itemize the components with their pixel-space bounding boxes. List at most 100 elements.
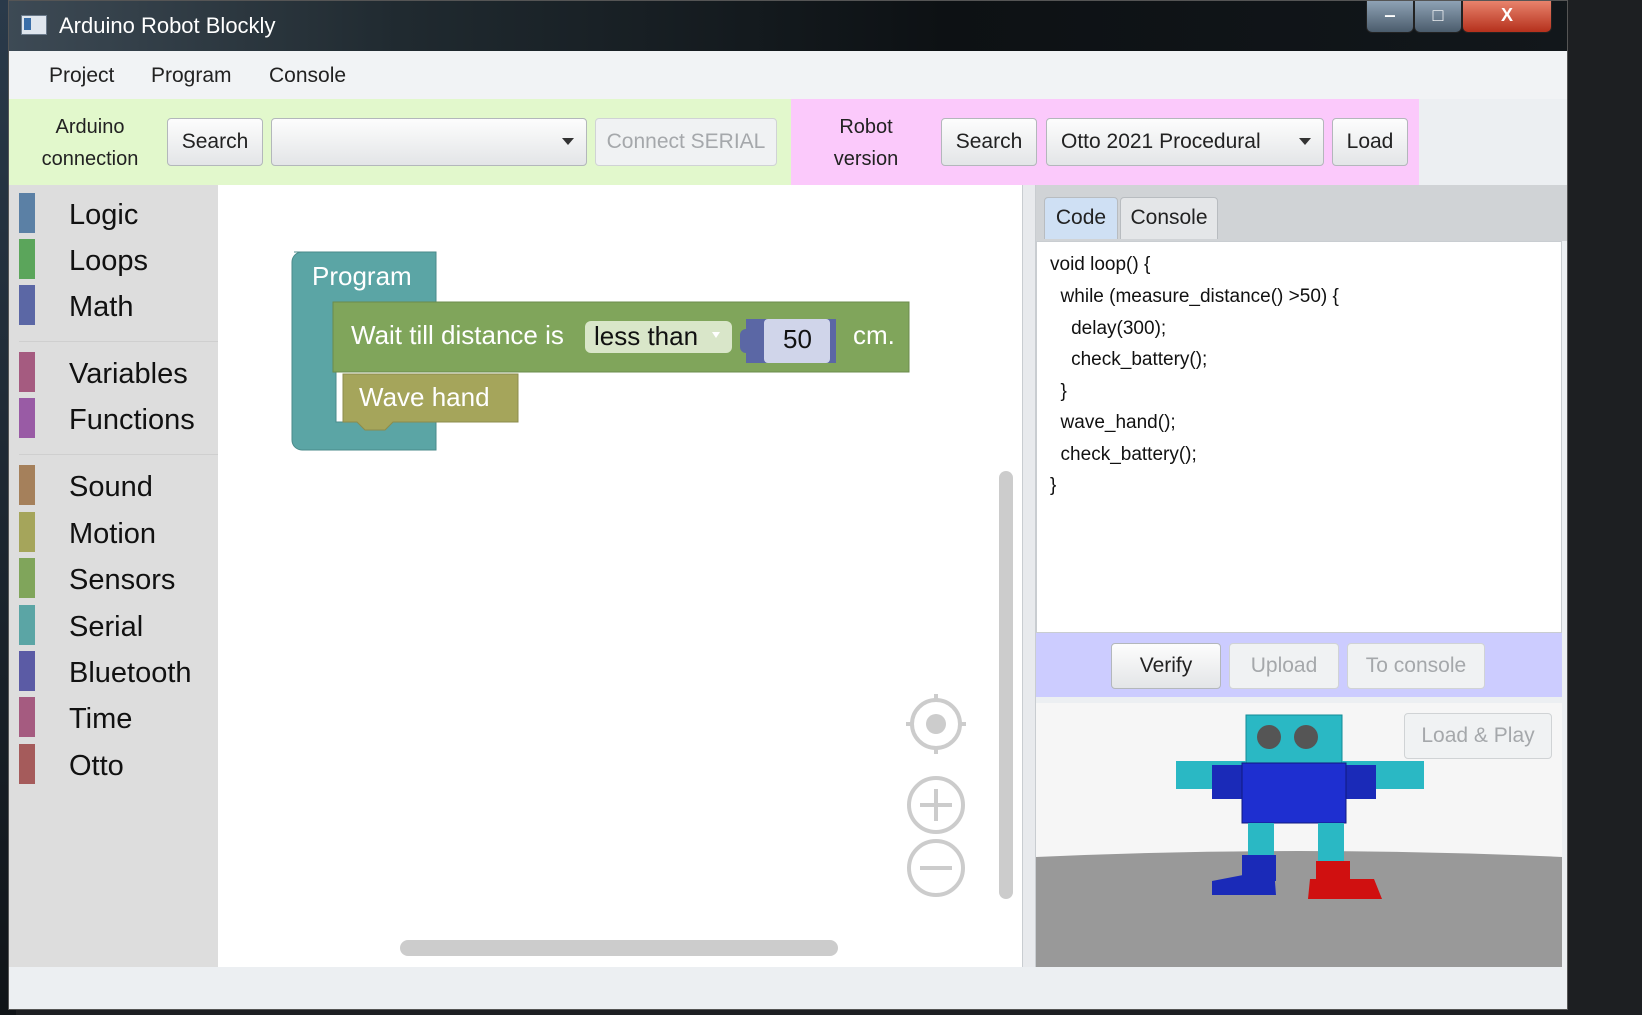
category-label: Bluetooth — [69, 657, 192, 689]
toolbox-category-serial[interactable]: Serial — [9, 605, 218, 651]
close-button[interactable]: X — [1462, 1, 1552, 33]
toolbox-category-sound[interactable]: Sound — [9, 465, 218, 511]
category-color-swatch — [19, 398, 35, 438]
verify-button[interactable]: Verify — [1111, 643, 1221, 689]
category-color-swatch — [19, 465, 35, 505]
arduino-label-line2: connection — [41, 148, 139, 170]
category-color-swatch — [19, 651, 35, 691]
category-label: Variables — [69, 358, 188, 390]
category-color-swatch — [19, 193, 35, 233]
category-color-swatch — [19, 285, 35, 325]
category-label: Logic — [69, 199, 139, 231]
toolbox-separator — [19, 341, 218, 342]
zoom-in-icon[interactable] — [907, 776, 965, 834]
zoom-out-icon[interactable] — [907, 839, 965, 897]
pane-splitter[interactable] — [1022, 185, 1036, 967]
menu-project[interactable]: Project — [49, 64, 114, 88]
menu-program[interactable]: Program — [151, 64, 232, 88]
load-button[interactable]: Load — [1332, 118, 1408, 166]
arduino-connection-bar: Arduino connection Search Connect SERIAL — [9, 99, 791, 185]
serial-port-select[interactable] — [271, 118, 587, 166]
code-line: delay(300); — [1050, 318, 1167, 339]
robot-body — [1241, 762, 1347, 824]
workspace-vertical-scrollbar[interactable] — [999, 471, 1013, 899]
wait-block-suffix: cm. — [853, 320, 895, 350]
category-label: Otto — [69, 750, 124, 782]
code-action-bar: Verify Upload To console — [1036, 633, 1562, 697]
category-label: Loops — [69, 245, 149, 277]
robot-label-line2: version — [833, 148, 899, 170]
maximize-button[interactable]: □ — [1414, 1, 1462, 33]
robot-eye-right — [1294, 725, 1318, 749]
upload-button[interactable]: Upload — [1229, 643, 1339, 689]
tab-code[interactable]: Code — [1044, 197, 1118, 239]
app-window: Arduino Robot Blockly ‒ □ X Project Prog… — [8, 0, 1568, 1010]
toolbar-spacer — [1419, 99, 1567, 185]
category-color-swatch — [19, 744, 35, 784]
category-label: Motion — [69, 518, 157, 550]
code-line: check_battery(); — [1050, 444, 1197, 465]
distance-number-value: 50 — [783, 324, 812, 354]
code-line: wave_hand(); — [1050, 412, 1176, 433]
category-label: Sound — [69, 471, 153, 503]
category-label: Sensors — [69, 564, 176, 596]
toolbox-category-time[interactable]: Time — [9, 697, 218, 743]
load-play-button[interactable]: Load & Play — [1404, 713, 1552, 759]
category-color-swatch — [19, 512, 35, 552]
code-line: } — [1050, 381, 1067, 402]
recenter-icon[interactable] — [906, 694, 966, 754]
program-block-label: Program — [312, 261, 412, 291]
blockly-workspace[interactable]: Program Wait till distance is less than … — [218, 185, 1022, 967]
code-console-tabs: Code Console — [1036, 185, 1567, 241]
arduino-label-line1: Arduino — [55, 116, 125, 138]
robot-version-select[interactable]: Otto 2021 Procedural — [1046, 118, 1324, 166]
app-icon — [21, 15, 47, 35]
code-line: while (measure_distance() >50) { — [1050, 286, 1339, 307]
title-bar: Arduino Robot Blockly ‒ □ X — [9, 1, 1567, 51]
menu-bar: Project Program Console — [9, 51, 1567, 100]
code-line: check_battery(); — [1050, 349, 1208, 370]
menu-console[interactable]: Console — [269, 64, 346, 88]
code-line: void loop() { — [1050, 254, 1151, 275]
workspace-horizontal-scrollbar[interactable] — [400, 940, 838, 956]
toolbox-category-motion[interactable]: Motion — [9, 512, 218, 558]
code-line: } — [1050, 475, 1057, 496]
category-color-swatch — [19, 352, 35, 392]
toolbox-category-logic[interactable]: Logic — [9, 193, 218, 239]
robot-version-label: Robot version — [811, 111, 921, 175]
category-label: Functions — [69, 404, 195, 436]
robot-foot-right — [1308, 879, 1382, 899]
minimize-button[interactable]: ‒ — [1366, 1, 1414, 33]
toolbox-category-sensors[interactable]: Sensors — [9, 558, 218, 604]
category-color-swatch — [19, 697, 35, 737]
wave-hand-block-label: Wave hand — [359, 382, 490, 412]
chevron-down-icon — [1299, 138, 1311, 145]
toolbox-category-math[interactable]: Math — [9, 285, 218, 331]
arduino-search-button[interactable]: Search — [167, 118, 263, 166]
wait-block-prefix: Wait till distance is — [351, 320, 564, 350]
tab-console[interactable]: Console — [1120, 197, 1218, 239]
robot-version-bar: Robot version Search Otto 2021 Procedura… — [791, 99, 1419, 185]
blocks-canvas: Program Wait till distance is less than … — [291, 251, 966, 897]
toolbox-category-otto[interactable]: Otto — [9, 744, 218, 790]
toolbox-category-loops[interactable]: Loops — [9, 239, 218, 285]
category-label: Time — [69, 703, 133, 735]
robot-ankle-right — [1316, 861, 1350, 881]
window-title: Arduino Robot Blockly — [59, 13, 276, 38]
chevron-down-icon — [562, 138, 574, 145]
right-panel: Code Console void loop() { while (measur… — [1036, 185, 1567, 967]
robot-version-value: Otto 2021 Procedural — [1061, 130, 1261, 153]
toolbox-category-bluetooth[interactable]: Bluetooth — [9, 651, 218, 697]
robot-search-button[interactable]: Search — [941, 118, 1037, 166]
category-color-swatch — [19, 558, 35, 598]
code-view[interactable]: void loop() { while (measure_distance() … — [1036, 241, 1562, 633]
robot-3d-viewer[interactable]: Load & Play — [1036, 703, 1562, 967]
category-label: Math — [69, 291, 134, 323]
category-label: Serial — [69, 611, 144, 643]
toolbox-separator — [19, 454, 218, 455]
robot-eye-left — [1257, 725, 1281, 749]
toolbox-category-variables[interactable]: Variables — [9, 352, 218, 398]
toolbox-category-functions[interactable]: Functions — [9, 398, 218, 444]
connect-serial-button[interactable]: Connect SERIAL — [595, 118, 777, 166]
to-console-button[interactable]: To console — [1347, 643, 1485, 689]
